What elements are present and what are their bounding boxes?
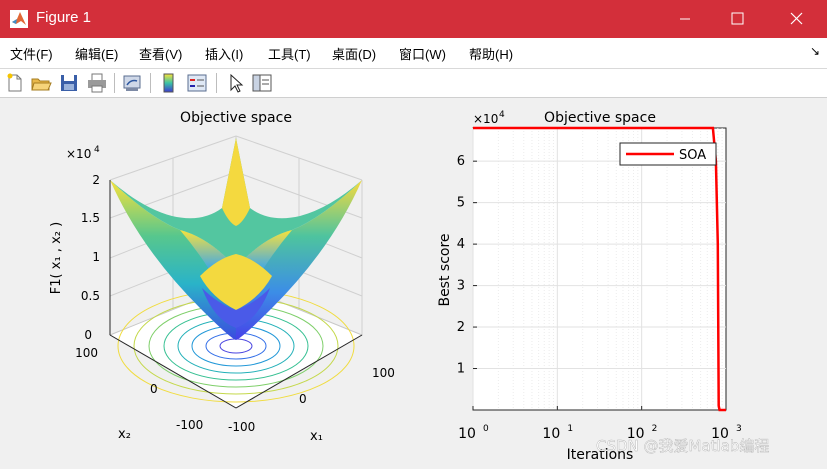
left-plot-title: Objective space <box>180 110 292 126</box>
x-tick-label: 10 <box>458 426 476 442</box>
y-exponent-power: 4 <box>499 110 505 120</box>
toolbar-separator <box>216 73 217 93</box>
close-button[interactable] <box>772 0 822 38</box>
menu-bar: 文件(F) 编辑(E) 查看(V) 插入(I) 工具(T) 桌面(D) 窗口(W… <box>0 38 827 69</box>
convergence-axes: 12345610 0 10 1 10 2 10 3 <box>457 126 742 442</box>
z-tick: 2 <box>92 173 100 187</box>
title-bar: Figure 1 <box>0 0 827 38</box>
y-exponent-base: ×10 <box>473 112 498 126</box>
y-tick-label: 5 <box>457 196 465 211</box>
menu-tools[interactable]: 工具(T) <box>268 44 311 63</box>
legend-icon[interactable] <box>186 72 208 94</box>
maximize-button[interactable] <box>712 0 762 38</box>
open-file-icon[interactable] <box>30 72 52 94</box>
z-axis-label: F1( x₁ , x₂ ) <box>49 222 64 294</box>
window-title: Figure 1 <box>36 9 92 26</box>
y-tick-label: 4 <box>457 237 465 252</box>
toolbar <box>0 69 827 98</box>
x-tick-exponent: 2 <box>652 424 658 434</box>
x2-axis-label: x₂ <box>118 427 131 442</box>
x2-tick: 0 <box>150 382 158 396</box>
legend[interactable]: SOA <box>619 142 717 166</box>
colorbar-icon[interactable] <box>158 72 180 94</box>
menu-insert[interactable]: 插入(I) <box>205 44 243 63</box>
right-plot-title: Objective space <box>544 110 656 126</box>
x1-tick: -100 <box>228 420 255 434</box>
surface-plot <box>110 138 362 340</box>
y-axis-label: Best score <box>437 233 453 306</box>
z-exponent-base: ×10 <box>66 147 91 161</box>
figure-svg: Objective space 0 0.5 1 1.5 2 ×10 4 F1(… <box>49 110 770 463</box>
z-tick: 0.5 <box>81 289 100 303</box>
menu-file[interactable]: 文件(F) <box>10 44 53 63</box>
toolbar-separator <box>114 73 115 93</box>
menu-window[interactable]: 窗口(W) <box>399 44 446 63</box>
close-icon <box>790 12 803 25</box>
matlab-logo-icon <box>10 10 28 28</box>
x1-tick: 0 <box>299 392 307 406</box>
save-icon[interactable] <box>58 72 80 94</box>
toolbar-separator <box>150 73 151 93</box>
z-exponent-power: 4 <box>94 145 100 155</box>
link-plot-icon[interactable] <box>121 72 143 94</box>
minimize-icon <box>680 18 690 20</box>
y-tick-label: 2 <box>457 320 465 335</box>
legend-label-soa: SOA <box>679 148 706 163</box>
print-icon[interactable] <box>86 72 108 94</box>
z-tick: 1.5 <box>81 211 100 225</box>
x-tick-label: 10 <box>542 426 560 442</box>
x2-tick: -100 <box>176 418 203 432</box>
x1-axis-label: x₁ <box>310 429 323 444</box>
x1-tick: 100 <box>372 366 395 380</box>
menu-desktop[interactable]: 桌面(D) <box>332 44 376 63</box>
z-tick: 0 <box>84 328 92 342</box>
maximize-icon <box>731 12 744 25</box>
menu-edit[interactable]: 编辑(E) <box>75 44 118 63</box>
menu-help[interactable]: 帮助(H) <box>469 44 513 63</box>
pointer-icon[interactable] <box>224 72 246 94</box>
x-tick-exponent: 1 <box>567 424 573 434</box>
menu-view[interactable]: 查看(V) <box>139 44 182 63</box>
z-tick: 1 <box>92 250 100 264</box>
x2-tick: 100 <box>75 346 98 360</box>
watermark-text: CSDN @我爱Matlab编程 <box>596 437 769 455</box>
x-tick-exponent: 0 <box>483 424 489 434</box>
y-tick-label: 6 <box>457 154 465 169</box>
figure-canvas: Objective space 0 0.5 1 1.5 2 ×10 4 F1(… <box>0 98 827 465</box>
new-figure-icon[interactable] <box>4 72 26 94</box>
plot-area <box>472 127 727 411</box>
x-tick-exponent: 3 <box>736 424 742 434</box>
y-tick-label: 3 <box>457 279 465 294</box>
minimize-button[interactable] <box>660 0 710 38</box>
property-editor-icon[interactable] <box>251 72 273 94</box>
y-tick-label: 1 <box>457 362 465 377</box>
dock-arrow-icon[interactable]: ↘ <box>810 44 820 58</box>
